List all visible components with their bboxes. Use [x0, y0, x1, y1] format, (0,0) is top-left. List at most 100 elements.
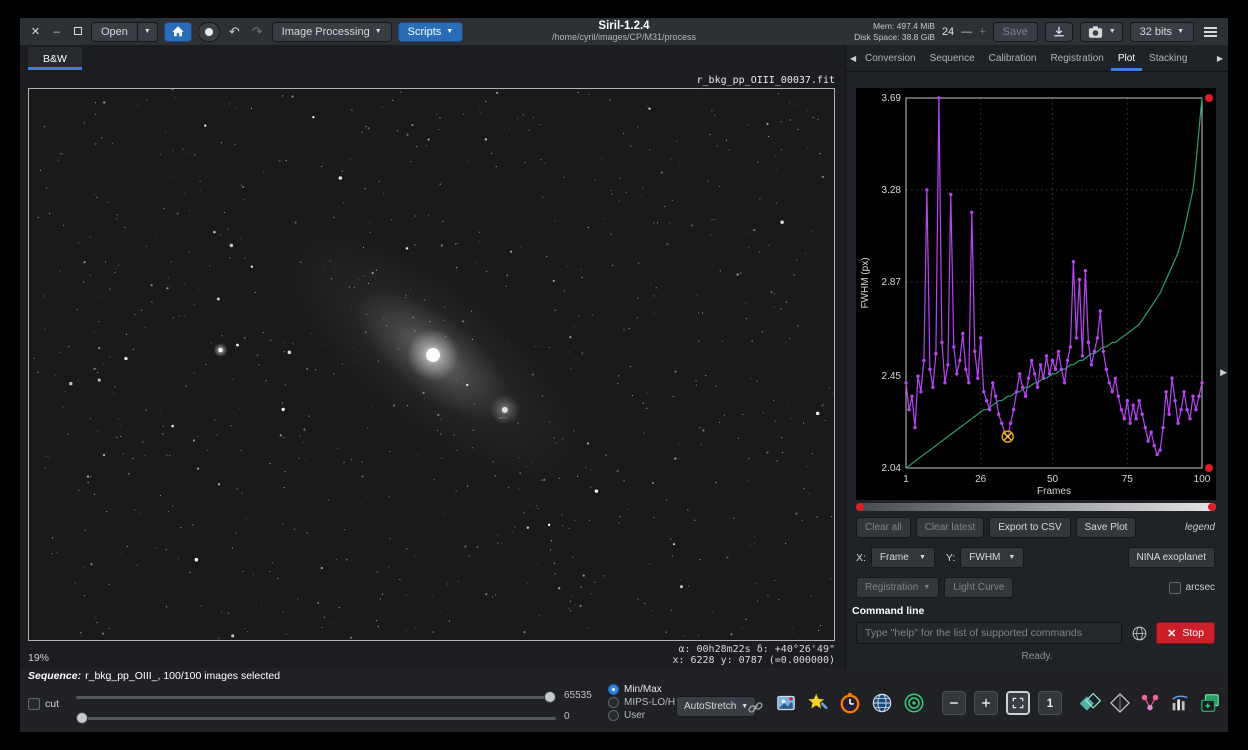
stop-x-icon: ✕	[1167, 627, 1176, 640]
bit-depth-value: 32 bits	[1140, 26, 1172, 38]
tools-panel: ◀ ▶ Conversion Sequence Calibration Regi…	[845, 45, 1228, 668]
tab-bw[interactable]: B&W	[28, 47, 82, 70]
window-title-block: Siril-1.2.4 /home/cyril/images/CP/M31/pr…	[552, 20, 696, 42]
clock-icon	[839, 692, 861, 714]
close-icon[interactable]: ✕	[28, 25, 43, 38]
threads-increase-button[interactable]: +	[979, 26, 985, 38]
tab-calibration[interactable]: Calibration	[982, 45, 1044, 71]
autostretch-dropdown[interactable]: AutoStretch ▼	[676, 696, 756, 717]
home-button[interactable]	[164, 22, 192, 42]
svg-text:75: 75	[1122, 474, 1134, 485]
bit-depth-dropdown[interactable]: 32 bits ▼	[1130, 22, 1194, 42]
zoom-one-to-one-button[interactable]: 1	[1038, 691, 1062, 715]
radio-icon	[608, 697, 619, 708]
pixel-math-button[interactable]	[1138, 690, 1162, 716]
photometry-button[interactable]	[902, 690, 926, 716]
threads-value: 24	[942, 26, 954, 38]
slider-handle[interactable]	[76, 712, 88, 724]
low-level-slider[interactable]	[76, 712, 556, 724]
command-line-label: Command line	[852, 605, 924, 617]
radio-mips[interactable]: MIPS-LO/HI	[608, 697, 678, 708]
split-channels-button[interactable]	[1108, 690, 1132, 716]
tab-plot[interactable]: Plot	[1111, 45, 1142, 71]
redo-icon[interactable]: ↷	[249, 24, 266, 40]
fwhm-plot[interactable]: 3.693.282.872.452.041265075100FramesFWHM…	[856, 88, 1216, 500]
target-icon	[903, 692, 925, 714]
threads-decrease-button[interactable]: —	[961, 26, 972, 38]
radio-minmax[interactable]: Min/Max	[608, 684, 678, 695]
stop-button[interactable]: ✕ Stop	[1156, 622, 1215, 644]
light-curve-button[interactable]: Light Curve	[944, 577, 1013, 598]
slider-handle[interactable]	[544, 691, 556, 703]
arcsec-checkbox[interactable]	[1169, 582, 1181, 594]
command-help-button[interactable]	[1128, 622, 1150, 644]
clear-latest-button[interactable]: Clear latest	[916, 517, 985, 538]
command-input[interactable]	[856, 622, 1122, 644]
bottom-bar: Sequence:r_bkg_pp_OIII_, 100/100 images …	[20, 668, 1228, 732]
statistics-button[interactable]	[1168, 690, 1192, 716]
nina-exoplanet-button[interactable]: NINA exoplanet	[1128, 547, 1216, 568]
high-level-slider[interactable]	[76, 691, 556, 703]
minimize-icon[interactable]: –	[49, 26, 64, 38]
diamond-icon	[1109, 692, 1131, 714]
x-axis-dropdown[interactable]: Frame ▼	[871, 547, 935, 568]
save-plot-button[interactable]: Save Plot	[1076, 517, 1137, 538]
scripts-button[interactable]: Scripts ▼	[398, 22, 464, 42]
image-filename: r_bkg_pp_OIII_00037.fit	[697, 75, 835, 86]
undo-icon[interactable]: ↶	[226, 24, 243, 40]
snapshot-button[interactable]: ▼	[1080, 22, 1123, 42]
save-as-button[interactable]	[1045, 22, 1073, 42]
siril-window: ✕ – Open ▼ ↶ ↷ Image Processing ▼ Script…	[20, 18, 1228, 732]
arcsec-label: arcsec	[1186, 582, 1215, 593]
high-level-value: 65535	[564, 690, 592, 701]
registration-value: Registration	[865, 582, 918, 593]
livestacking-record-button[interactable]	[198, 22, 220, 42]
zoom-in-button[interactable]	[974, 691, 998, 715]
rgb-composition-button[interactable]	[1078, 690, 1102, 716]
radio-icon	[608, 710, 619, 721]
svg-text:100: 100	[1194, 474, 1211, 485]
status-text: Ready.	[846, 651, 1228, 662]
tab-sequence[interactable]: Sequence	[923, 45, 982, 71]
zoom-out-button[interactable]	[942, 691, 966, 715]
y-axis-dropdown[interactable]: FWHM ▼	[960, 547, 1024, 568]
astrometry-button[interactable]	[870, 690, 894, 716]
radio-user-label: User	[624, 710, 645, 721]
cut-checkbox[interactable]	[28, 698, 40, 710]
menu-icon[interactable]	[1201, 25, 1220, 39]
star-picker-button[interactable]	[806, 690, 830, 716]
image-canvas[interactable]	[28, 88, 835, 641]
registration-dropdown[interactable]: Registration ▼	[856, 577, 939, 598]
panel-collapse-arrow[interactable]: ▶	[1220, 367, 1227, 378]
maximize-icon[interactable]	[70, 26, 85, 38]
autostretch-value: AutoStretch	[684, 701, 736, 712]
tab-stacking[interactable]: Stacking	[1142, 45, 1194, 71]
timer-button[interactable]	[838, 690, 862, 716]
coord-xy: x: 6228 y: 0787 (=0.000000)	[672, 655, 835, 666]
clear-all-button[interactable]: Clear all	[856, 517, 911, 538]
range-handle-right[interactable]	[1208, 503, 1216, 511]
plot-x-range-slider[interactable]	[856, 503, 1216, 511]
save-button[interactable]: Save	[993, 22, 1038, 42]
image-info-button[interactable]	[774, 690, 798, 716]
radio-user[interactable]: User	[608, 710, 678, 721]
image-processing-button[interactable]: Image Processing ▼	[272, 22, 392, 42]
open-dropdown-button[interactable]: ▼	[138, 22, 158, 42]
zoom-level: 19%	[28, 652, 49, 664]
export-csv-button[interactable]: Export to CSV	[989, 517, 1070, 538]
minus-icon	[947, 696, 961, 710]
fit-to-window-button[interactable]	[1006, 691, 1030, 715]
titlebar: ✕ – Open ▼ ↶ ↷ Image Processing ▼ Script…	[20, 18, 1228, 45]
cut-label: cut	[45, 698, 59, 710]
slider-track	[76, 717, 556, 720]
chevron-down-icon: ▼	[375, 28, 382, 35]
open-button[interactable]: Open	[91, 22, 138, 42]
x-axis-label: X:	[856, 552, 866, 564]
link-channels-icon[interactable]	[747, 699, 764, 721]
plus-icon	[979, 696, 993, 710]
duplicate-frame-button[interactable]	[1198, 690, 1222, 716]
range-handle-left[interactable]	[856, 503, 864, 511]
tab-conversion[interactable]: Conversion	[858, 45, 923, 71]
tab-registration[interactable]: Registration	[1043, 45, 1110, 71]
sequence-value: r_bkg_pp_OIII_, 100/100 images selected	[85, 670, 280, 682]
